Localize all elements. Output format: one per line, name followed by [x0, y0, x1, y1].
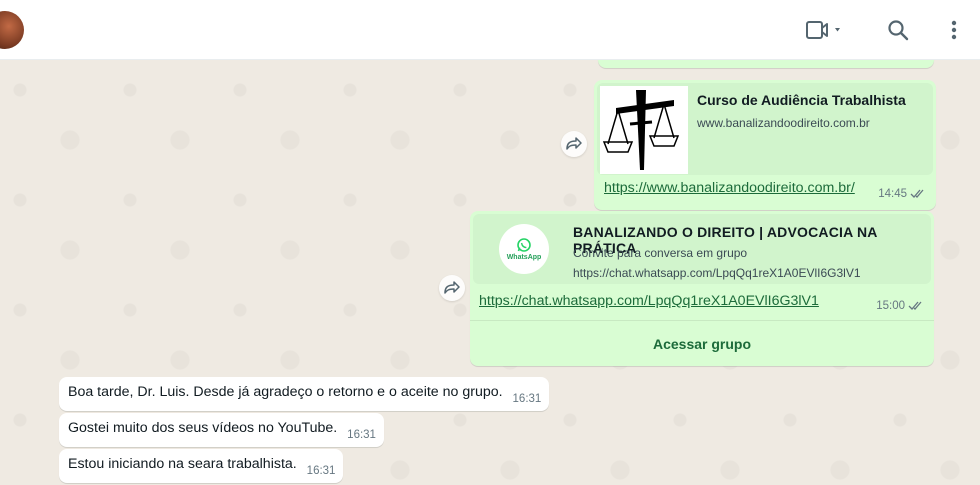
forward-icon [566, 137, 582, 150]
link-preview-card[interactable]: Curso de Audiência Trabalhista www.banal… [597, 83, 933, 175]
message-time: 16:31 [347, 429, 376, 441]
message-meta: 15:00 [876, 300, 924, 312]
video-call-button[interactable] [800, 14, 848, 46]
previous-message-bubble[interactable] [598, 60, 934, 68]
group-invite-preview-card[interactable]: WhatsApp BANALIZANDO O DIREITO | ADVOCAC… [473, 214, 931, 284]
chat-area[interactable]: Curso de Audiência Trabalhista www.banal… [0, 60, 980, 485]
preview-subtitle: Convite para conversa em grupo [573, 246, 748, 260]
search-button[interactable] [884, 14, 912, 46]
join-group-button[interactable]: Acessar grupo [470, 321, 934, 366]
group-thumbnail: WhatsApp [499, 224, 549, 274]
double-check-icon [908, 301, 922, 310]
message-meta: 14:45 [878, 188, 926, 200]
incoming-message[interactable]: Gostei muito dos seus vídeos no YouTube.… [59, 413, 384, 447]
message-text: Boa tarde, Dr. Luis. Desde já agradeço o… [68, 384, 503, 400]
double-check-icon [910, 189, 924, 198]
preview-thumbnail [600, 86, 688, 174]
video-call-icon [806, 21, 840, 39]
incoming-message[interactable]: Boa tarde, Dr. Luis. Desde já agradeço o… [59, 377, 550, 411]
chat-header [0, 0, 980, 60]
contact-avatar[interactable] [0, 11, 24, 49]
message-text: Estou iniciando na seara trabalhista. [68, 456, 297, 472]
whatsapp-logo-icon [517, 238, 531, 252]
message-text: Gostei muito dos seus vídeos no YouTube. [68, 420, 338, 436]
search-icon [888, 20, 909, 41]
message-time: 16:31 [306, 465, 336, 477]
message-link[interactable]: https://www.banalizandoodireito.com.br/ [604, 180, 855, 196]
message-time: 15:00 [876, 300, 905, 312]
preview-title: Curso de Audiência Trabalhista [697, 92, 906, 108]
whatsapp-logo-text: WhatsApp [506, 254, 542, 261]
preview-url: https://chat.whatsapp.com/LpqQq1reX1A0EV… [573, 266, 861, 280]
menu-icon [951, 20, 957, 40]
message-link[interactable]: https://chat.whatsapp.com/LpqQq1reX1A0EV… [479, 293, 819, 309]
menu-button[interactable] [942, 14, 966, 46]
incoming-message[interactable]: Estou iniciando na seara trabalhista. 16… [59, 449, 344, 483]
forward-button[interactable] [561, 131, 587, 157]
forward-icon [444, 281, 460, 294]
scales-of-justice-icon [602, 90, 680, 170]
message-time: 14:45 [878, 188, 907, 200]
message-time: 16:31 [512, 393, 542, 405]
preview-domain: www.banalizandoodireito.com.br [697, 116, 870, 130]
outgoing-group-invite-message[interactable]: WhatsApp BANALIZANDO O DIREITO | ADVOCAC… [470, 211, 934, 366]
outgoing-link-message[interactable]: Curso de Audiência Trabalhista www.banal… [594, 80, 936, 210]
forward-button[interactable] [439, 275, 465, 301]
